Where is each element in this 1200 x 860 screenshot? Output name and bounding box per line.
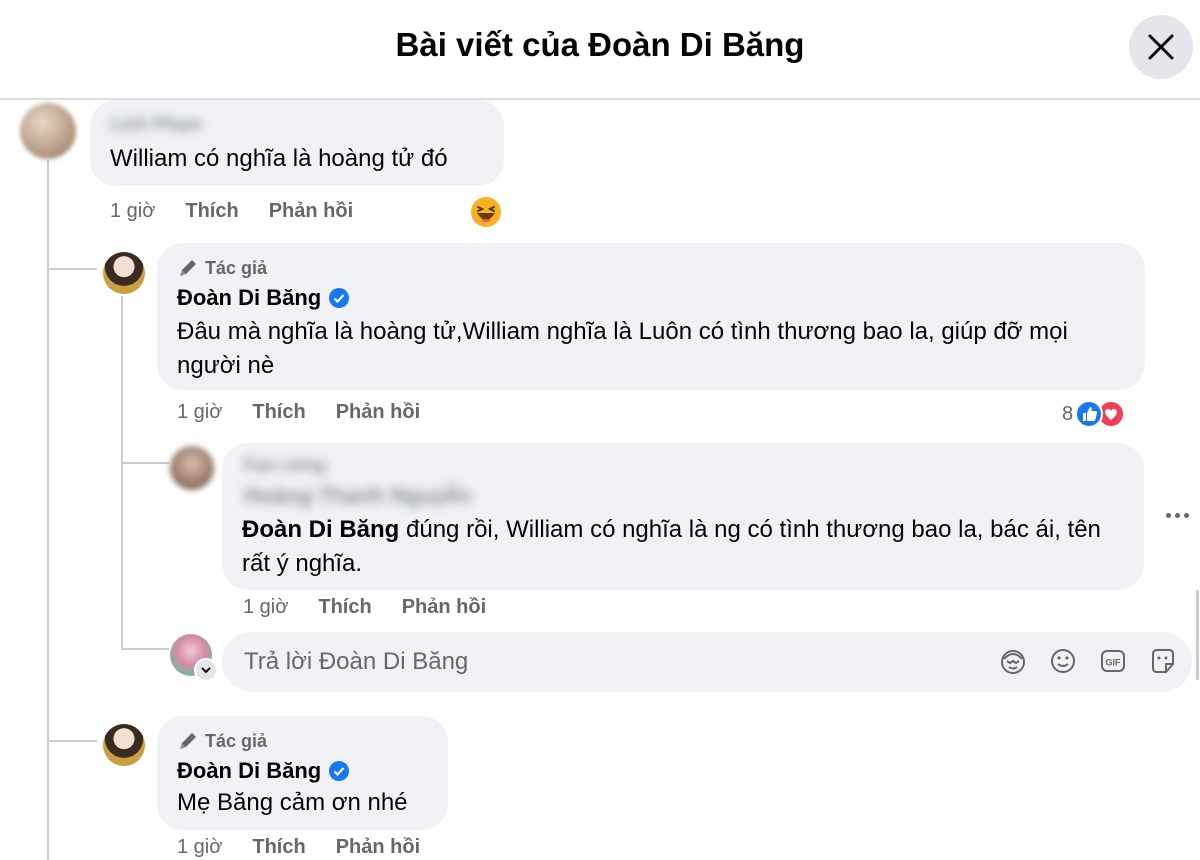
avatar[interactable] — [170, 446, 214, 490]
commenter-name[interactable]: Linh Phạm — [110, 114, 202, 135]
fan-badge: Fan cứng — [244, 455, 327, 475]
svg-text:GIF: GIF — [1106, 658, 1122, 668]
commenter-name[interactable]: Hoàng Thanh Nguyễn — [244, 483, 471, 509]
reply-button[interactable]: Phản hồi — [336, 836, 420, 859]
reply-button[interactable]: Phản hồi — [269, 200, 353, 223]
reply-button[interactable]: Phản hồi — [336, 401, 420, 424]
author-badge-label: Tác giả — [205, 257, 268, 278]
comment-text: William có nghĩa là hoàng tử đó — [110, 145, 448, 172]
thread-branch-3 — [121, 462, 169, 464]
timestamp[interactable]: 1 giờ — [177, 836, 222, 859]
thread-branch-4 — [121, 648, 169, 650]
author-badge: Tác giả — [177, 257, 267, 279]
avatar-menu-chevron-icon[interactable] — [194, 658, 218, 682]
comment-text: Đâu mà nghĩa là hoàng tử,William nghĩa l… — [177, 318, 1068, 379]
mention-link[interactable]: Đoàn Di Băng — [242, 516, 399, 543]
like-button[interactable]: Thích — [318, 596, 371, 619]
timestamp[interactable]: 1 giờ — [243, 596, 288, 619]
comment-actions: 1 giờ Thích Phản hồi — [110, 200, 353, 223]
reply-placeholder[interactable]: Trả lời Đoàn Di Băng — [244, 648, 468, 676]
close-icon — [1148, 34, 1174, 60]
haha-reaction-icon[interactable] — [470, 196, 502, 228]
like-reaction-icon — [1075, 400, 1104, 428]
comment-bubble: Fan cứng Hoàng Thanh Nguyễn Đoàn Di Băng… — [222, 443, 1144, 590]
close-button[interactable] — [1129, 15, 1193, 79]
commenter-name[interactable]: Đoàn Di Băng — [177, 758, 321, 784]
reaction-count: 8 — [1062, 402, 1074, 425]
scrollbar[interactable] — [1196, 590, 1199, 680]
verified-badge-icon — [329, 288, 350, 308]
commenter-row: Đoàn Di Băng — [177, 758, 350, 784]
page-title: Bài viết của Đoàn Di Băng — [395, 26, 805, 63]
thread-line-main — [47, 160, 49, 860]
gif-icon[interactable]: GIF — [1098, 646, 1128, 676]
avatar[interactable] — [103, 252, 145, 294]
avatar[interactable] — [20, 103, 76, 159]
like-button[interactable]: Thích — [252, 836, 305, 859]
pencil-icon — [180, 260, 196, 276]
thread-line-sub — [121, 296, 123, 648]
verified-badge-icon — [329, 761, 350, 781]
timestamp[interactable]: 1 giờ — [110, 200, 155, 223]
timestamp[interactable]: 1 giờ — [177, 401, 222, 424]
thread-branch-1 — [47, 268, 97, 270]
comment-bubble: Linh Phạm William có nghĩa là hoàng tử đ… — [90, 100, 504, 186]
author-badge: Tác giả — [177, 730, 267, 752]
reply-input[interactable]: Trả lời Đoàn Di Băng GIF — [222, 632, 1192, 692]
avatar[interactable] — [103, 724, 145, 766]
dialog-header: Bài viết của Đoàn Di Băng — [0, 0, 1200, 100]
like-button[interactable]: Thích — [185, 200, 238, 223]
comment-actions: 1 giờ Thích Phản hồi — [177, 401, 420, 424]
thread-branch-2 — [47, 740, 97, 742]
commenter-name[interactable]: Đoàn Di Băng — [177, 285, 321, 311]
comment-actions: 1 giờ Thích Phản hồi — [243, 596, 486, 619]
like-button[interactable]: Thích — [252, 401, 305, 424]
reply-button[interactable]: Phản hồi — [402, 596, 486, 619]
comment-bubble: Tác giả Đoàn Di Băng Đâu mà nghĩa là hoà… — [157, 243, 1145, 390]
sticker-icon[interactable] — [1148, 646, 1178, 676]
comment-text: Đoàn Di Băng đúng rồi, William có nghĩa … — [242, 513, 1122, 581]
reply-toolbar: GIF — [998, 646, 1178, 676]
commenter-row: Đoàn Di Băng — [177, 285, 350, 311]
author-badge-label: Tác giả — [205, 730, 268, 751]
reaction-summary[interactable]: 8 — [1062, 400, 1126, 428]
more-options-icon[interactable] — [1166, 505, 1194, 525]
emoji-icon[interactable] — [1048, 646, 1078, 676]
pencil-icon — [180, 733, 196, 749]
avatar-sticker-icon[interactable] — [998, 646, 1028, 676]
comment-actions: 1 giờ Thích Phản hồi — [177, 836, 420, 859]
comment-bubble: Tác giả Đoàn Di Băng Mẹ Băng cảm ơn nhé — [157, 716, 448, 830]
comment-text: Mẹ Băng cảm ơn nhé — [177, 789, 408, 816]
